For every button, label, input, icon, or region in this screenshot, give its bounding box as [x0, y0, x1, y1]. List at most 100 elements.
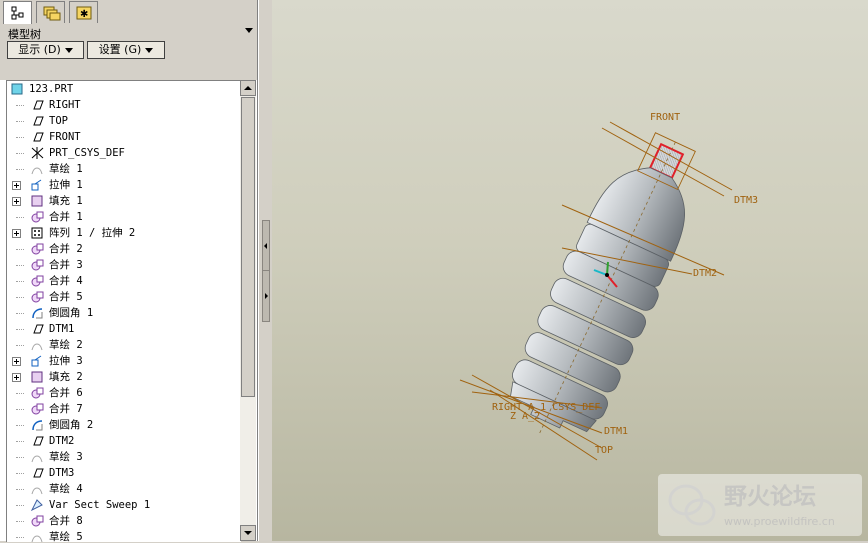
tree-connector: [16, 297, 24, 298]
tree-item[interactable]: 拉伸 3: [7, 353, 241, 369]
expand-plus-icon[interactable]: [12, 197, 21, 206]
scroll-down-button[interactable]: [240, 525, 256, 541]
watermark: 野火论坛 www.proewildfire.cn: [658, 474, 862, 536]
tree-connector: [16, 121, 24, 122]
tree-item[interactable]: RIGHT: [7, 97, 241, 113]
tree-connector: [16, 521, 24, 522]
tree-item[interactable]: TOP: [7, 113, 241, 129]
tree-item[interactable]: FRONT: [7, 129, 241, 145]
label-front: FRONT: [650, 112, 680, 123]
expand-plus-icon[interactable]: [12, 357, 21, 366]
label-axis-a2: Z A_2: [510, 411, 540, 422]
tree-item[interactable]: 合并 4: [7, 273, 241, 289]
tree-connector: [16, 153, 24, 154]
tree-item[interactable]: 合并 8: [7, 513, 241, 529]
tree-item-label: 合并 8: [49, 515, 83, 527]
tree-item-label: 拉伸 1: [49, 179, 83, 191]
tree-connector: [16, 137, 24, 138]
arrow-up-icon: [244, 86, 252, 90]
tree-item[interactable]: 合并 7: [7, 401, 241, 417]
tree-item-label: 合并 5: [49, 291, 83, 303]
tree-item[interactable]: 合并 6: [7, 385, 241, 401]
panel-menu-arrow-icon[interactable]: [245, 28, 253, 33]
tree-item-label: 倒圆角 2: [49, 419, 94, 431]
expand-right-handle[interactable]: [262, 270, 270, 322]
tree-scrollbar[interactable]: [240, 80, 256, 541]
tree-item[interactable]: 合并 1: [7, 209, 241, 225]
tree-connector: [16, 393, 24, 394]
tree-connector: [16, 345, 24, 346]
watermark-title: 野火论坛: [724, 483, 816, 510]
spacer: [0, 61, 257, 80]
tree-item-label: 合并 3: [49, 259, 83, 271]
round-icon: [32, 420, 43, 431]
tree-item-label: 合并 1: [49, 211, 83, 223]
tree-item-label: Var Sect Sweep 1: [49, 499, 151, 511]
expand-plus-icon[interactable]: [12, 229, 21, 238]
tree-item[interactable]: 倒圆角 1: [7, 305, 241, 321]
model-tree-tab[interactable]: [3, 1, 32, 25]
label-dtm1: DTM1: [604, 426, 628, 437]
tree-item[interactable]: 倒圆角 2: [7, 417, 241, 433]
tree-item[interactable]: 合并 2: [7, 241, 241, 257]
merge-icon: [31, 291, 44, 303]
merge-icon: [31, 275, 44, 287]
merge-icon: [31, 515, 44, 527]
tree-connector: [16, 105, 24, 106]
tree-root[interactable]: 123.PRT: [7, 81, 241, 97]
navigator-tabs: ✱: [0, 0, 257, 25]
tree-item-label: PRT_CSYS_DEF: [49, 147, 125, 159]
display-button[interactable]: 显示 (D): [7, 41, 84, 59]
tree-item-label: 拉伸 3: [49, 355, 83, 367]
model-view[interactable]: FRONT DTM3 DTM2 RIGHT A_1 CSYS_DEF Z A_2…: [272, 0, 868, 541]
tree-item[interactable]: DTM3: [7, 465, 241, 481]
tree-item[interactable]: DTM2: [7, 433, 241, 449]
fill-icon: [31, 371, 43, 383]
tree-item-label: 合并 4: [49, 275, 83, 287]
scroll-thumb[interactable]: [241, 97, 255, 397]
tree-item[interactable]: 填充 2: [7, 369, 241, 385]
extrude-icon: [31, 179, 42, 191]
expand-plus-icon[interactable]: [12, 181, 21, 190]
settings-button[interactable]: 设置 (G): [87, 41, 165, 59]
arrow-right-icon: [265, 293, 268, 299]
tree-connector: [16, 281, 24, 282]
sketch-icon: [31, 487, 43, 495]
tree-item[interactable]: PRT_CSYS_DEF: [7, 145, 241, 161]
graphics-window[interactable]: FRONT DTM3 DTM2 RIGHT A_1 CSYS_DEF Z A_2…: [272, 0, 868, 541]
tree-item-label: DTM1: [49, 323, 75, 335]
tree-item[interactable]: 拉伸 1: [7, 177, 241, 193]
tree-item[interactable]: Var Sect Sweep 1: [7, 497, 241, 513]
tree-item[interactable]: 合并 3: [7, 257, 241, 273]
tree-connector: [16, 169, 24, 170]
merge-icon: [31, 259, 44, 271]
tree-item-label: 阵列 1 / 拉伸 2: [49, 227, 136, 239]
tree-item[interactable]: 草绘 4: [7, 481, 241, 497]
datum-plane-icon: [33, 132, 44, 142]
tree-item[interactable]: 草绘 5: [7, 529, 241, 542]
chevron-down-icon: [64, 47, 73, 53]
tree-item[interactable]: 阵列 1 / 拉伸 2: [7, 225, 241, 241]
tree-toolbar: 显示 (D) 设置 (G): [0, 41, 257, 61]
favorites-tab[interactable]: ✱: [69, 1, 98, 23]
sketch-icon: [31, 455, 43, 463]
tree-item[interactable]: 草绘 2: [7, 337, 241, 353]
scroll-up-button[interactable]: [240, 80, 256, 96]
tree-icon: [11, 6, 24, 20]
model-tree-panel: ✱ 模型树 显示 (D) 设置 (G) 123.PRT RIGHT TOP FRON…: [0, 0, 258, 542]
tree-item[interactable]: 合并 5: [7, 289, 241, 305]
collapse-left-handle[interactable]: [262, 220, 270, 272]
tree-connector: [16, 537, 24, 538]
expand-plus-icon[interactable]: [12, 373, 21, 382]
panel-splitter[interactable]: [258, 0, 273, 541]
folder-tab[interactable]: [36, 1, 65, 23]
tree-item-label: 草绘 1: [49, 163, 83, 175]
datum-plane-icon: [33, 436, 44, 446]
tree-item[interactable]: 草绘 1: [7, 161, 241, 177]
tree-item-label: 倒圆角 1: [49, 307, 94, 319]
tree-item[interactable]: DTM1: [7, 321, 241, 337]
tree-item[interactable]: 填充 1: [7, 193, 241, 209]
tree-connector: [16, 409, 24, 410]
tree-item[interactable]: 草绘 3: [7, 449, 241, 465]
display-button-label: 显示 (D): [18, 43, 61, 56]
